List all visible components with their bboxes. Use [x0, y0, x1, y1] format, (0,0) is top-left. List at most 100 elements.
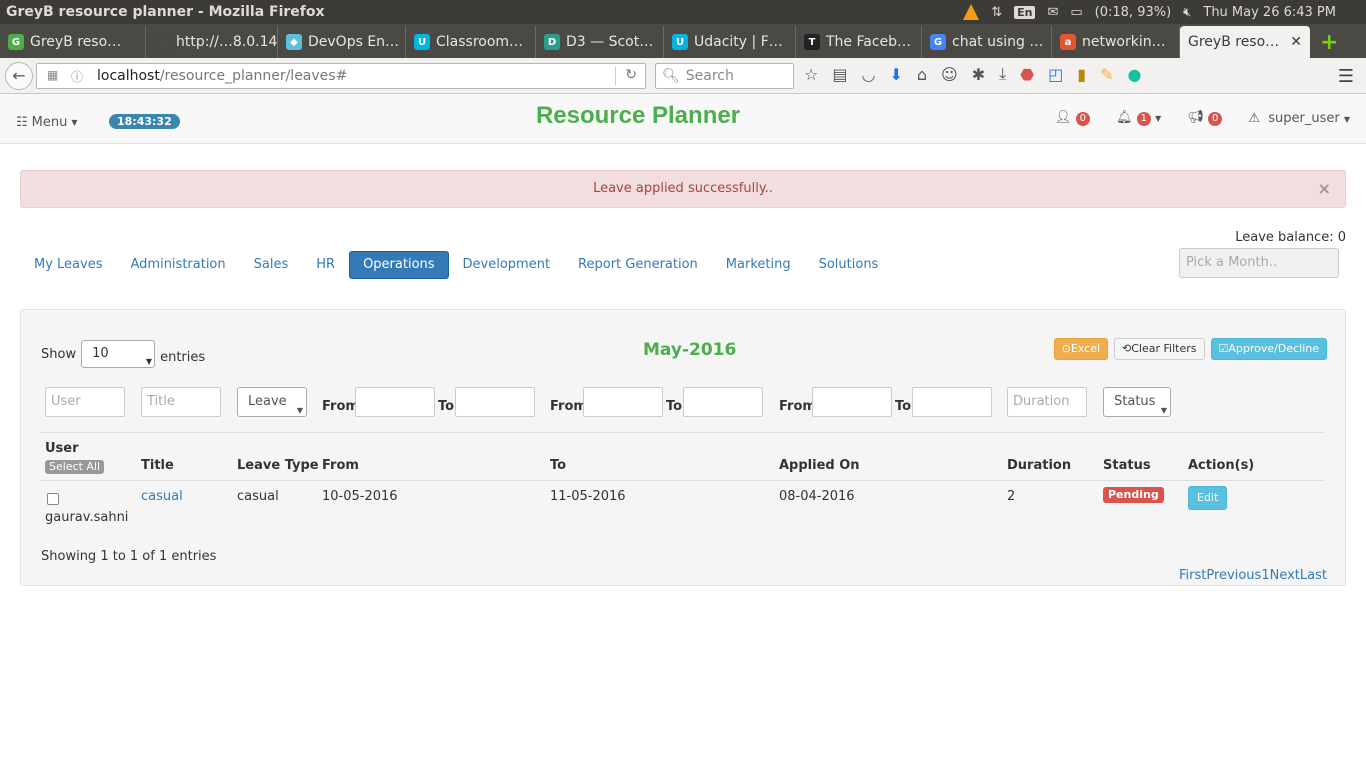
emoji-icon[interactable]: ☺ — [941, 65, 958, 84]
users-dropdown[interactable]: 👤︎ 0 — [1055, 110, 1090, 126]
browser-tab-label: http://…8.0.14/ — [176, 34, 278, 50]
browser-tab[interactable]: G GreyB reso… — [0, 26, 146, 58]
adblock-icon[interactable]: ⬣ — [1020, 65, 1034, 84]
col-header-user[interactable]: User — [45, 441, 79, 456]
department-tabs: My Leaves Administration Sales HR Operations… — [20, 251, 892, 279]
pager-last-link[interactable]: Last — [1300, 568, 1327, 583]
leave-type-filter-select[interactable]: Leave ▼ — [237, 387, 307, 417]
hamburger-menu-icon[interactable]: ☰ — [1338, 66, 1354, 87]
entries-label: entries — [160, 349, 206, 365]
col-header-leave-type[interactable]: Leave Type — [237, 458, 319, 473]
outlook-icon[interactable]: ◰ — [1048, 65, 1063, 84]
download-icon[interactable]: ⬇ — [889, 65, 902, 84]
col-header-to[interactable]: To — [550, 458, 566, 473]
grammarly-icon[interactable]: ● — [1127, 65, 1141, 84]
browser-tab-active[interactable]: GreyB reso… ✕ — [1180, 26, 1310, 58]
browser-tab[interactable]: U Classroom… — [406, 26, 536, 58]
browser-tab[interactable]: Gchat using … — [922, 26, 1052, 58]
keyboard-layout-indicator[interactable]: En — [1014, 5, 1036, 19]
leaves-panel: Show 10 ▼ entries May-2016 ⊙Excel ⟲Clear … — [20, 309, 1346, 586]
applied-from-input[interactable] — [812, 387, 892, 417]
from-date-from-input[interactable] — [355, 387, 435, 417]
entries-select[interactable]: 10 ▼ — [81, 340, 156, 368]
tab-marketing[interactable]: Marketing — [712, 251, 805, 279]
duration-filter-input[interactable]: Duration — [1007, 387, 1087, 417]
user-menu[interactable]: ⚠ super_user ▼ — [1248, 111, 1350, 126]
edit-button[interactable]: Edit — [1188, 486, 1228, 510]
user-filter-input[interactable]: User — [45, 387, 125, 417]
row-title-link[interactable]: casual — [141, 489, 183, 504]
notifications-dropdown[interactable]: 🔔︎ 1 ▼ — [1116, 110, 1161, 126]
status-filter-select[interactable]: Status ▼ — [1103, 387, 1171, 417]
browser-tab-strip: G GreyB reso… http://…8.0.14/◆ DevOps En… U C… — [0, 24, 1366, 58]
tab-report-generation[interactable]: Report Generation — [564, 251, 712, 279]
close-icon[interactable]: × — [1318, 171, 1331, 207]
col-header-duration[interactable]: Duration — [1007, 458, 1071, 473]
tab-my-leaves[interactable]: My Leaves — [20, 251, 117, 279]
col-header-title[interactable]: Title — [141, 458, 174, 473]
tab-development[interactable]: Development — [449, 251, 565, 279]
pagination: First Previous 1 Next Last — [1179, 568, 1327, 583]
mail-icon[interactable]: ✉ — [1047, 5, 1058, 20]
volume-muted-icon[interactable]: 🔇︎ — [1183, 5, 1191, 20]
applied-to-input[interactable] — [912, 387, 992, 417]
tab-operations[interactable]: Operations — [349, 251, 449, 279]
url-bar[interactable]: ▦ ⓘ localhost/resource_planner/leaves# ↻ — [36, 63, 646, 89]
info-icon[interactable]: ⓘ — [71, 68, 83, 85]
row-user: gaurav.sahni — [45, 510, 129, 525]
pager-first-link[interactable]: First — [1179, 568, 1206, 583]
browser-tab[interactable]: T The Faceb… — [796, 26, 922, 58]
leave-type-filter-value: Leave — [248, 394, 287, 409]
home-icon[interactable]: ⌂ — [917, 65, 927, 84]
col-header-applied-on[interactable]: Applied On — [779, 458, 860, 473]
pager-next-link[interactable]: Next — [1270, 568, 1300, 583]
datetime[interactable]: Thu May 26 6:43 PM — [1203, 5, 1336, 20]
pager-1-link[interactable]: 1 — [1261, 568, 1269, 583]
select-all-button[interactable]: Select All — [45, 460, 105, 474]
reading-list-icon[interactable]: ▤ — [832, 65, 847, 84]
tab-administration[interactable]: Administration — [117, 251, 240, 279]
to-label: To — [666, 399, 683, 414]
from-date-to-input[interactable] — [455, 387, 535, 417]
excel-label: Excel — [1070, 342, 1101, 355]
back-arrow-icon[interactable]: ← — [5, 61, 33, 90]
tab-sales[interactable]: Sales — [240, 251, 303, 279]
browser-tab[interactable]: http://…8.0.14/ — [146, 26, 278, 58]
browser-tab[interactable]: a networkin… — [1052, 26, 1180, 58]
announcements-dropdown[interactable]: 📢︎ 0 — [1187, 110, 1223, 126]
pager-previous-link[interactable]: Previous — [1206, 568, 1261, 583]
browser-tab-label: Classroom… — [436, 34, 524, 50]
bookmark-star-icon[interactable]: ☆ — [804, 65, 818, 84]
to-date-from-input[interactable] — [583, 387, 663, 417]
reload-icon[interactable]: ↻ — [625, 67, 637, 83]
close-tab-icon[interactable]: ✕ — [1290, 34, 1302, 50]
new-tab-icon[interactable]: + — [1310, 26, 1348, 58]
extension-icon[interactable]: ✱ — [972, 65, 985, 84]
search-input[interactable]: 🔍︎ Search — [655, 63, 794, 89]
excel-export-button[interactable]: ⊙Excel — [1053, 338, 1109, 360]
approve-decline-button[interactable]: ☑Approve/Decline — [1210, 338, 1327, 360]
pencil-icon[interactable]: ✎ — [1100, 65, 1113, 84]
battery-icon[interactable]: ▭ — [1070, 5, 1082, 20]
tab-hr[interactable]: HR — [302, 251, 349, 279]
vlc-icon[interactable] — [963, 4, 980, 20]
col-header-actions: Action(s) — [1188, 458, 1255, 473]
note-icon[interactable]: ▮ — [1077, 65, 1086, 84]
browser-tab[interactable]: ◆ DevOps En… — [278, 26, 406, 58]
network-transfer-icon[interactable]: ⇅ — [991, 5, 1002, 20]
clear-filters-button[interactable]: ⟲Clear Filters — [1114, 338, 1205, 360]
tab-solutions[interactable]: Solutions — [805, 251, 893, 279]
title-filter-input[interactable]: Title — [141, 387, 221, 417]
col-header-status[interactable]: Status — [1103, 458, 1151, 473]
month-picker-input[interactable]: Pick a Month.. — [1179, 248, 1339, 278]
to-date-to-input[interactable] — [683, 387, 763, 417]
caret-down-icon: ▼ — [1160, 406, 1167, 415]
browser-tab[interactable]: U Udacity | F… — [664, 26, 796, 58]
row-checkbox[interactable] — [47, 493, 59, 505]
pocket-icon[interactable]: ◡ — [861, 65, 875, 84]
to-label: To — [438, 399, 455, 414]
col-header-from[interactable]: From — [322, 458, 359, 473]
save-page-icon[interactable]: ⤓ — [999, 64, 1006, 84]
battery-status[interactable]: (0:18, 93%) — [1095, 5, 1172, 20]
browser-tab[interactable]: D D3 — Scot… — [536, 26, 664, 58]
